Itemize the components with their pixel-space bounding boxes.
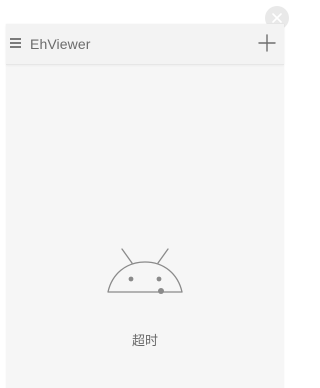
empty-state: 超时 (6, 244, 284, 349)
plus-icon (258, 34, 276, 52)
empty-state-message: 超时 (131, 334, 158, 349)
toolbar: EhViewer (6, 24, 284, 65)
page-title: EhViewer (30, 36, 91, 52)
add-button[interactable] (256, 32, 278, 54)
hamburger-menu-icon[interactable] (10, 37, 22, 49)
sad-android-icon (107, 248, 183, 294)
app-window: EhViewer 超时 (6, 24, 284, 388)
